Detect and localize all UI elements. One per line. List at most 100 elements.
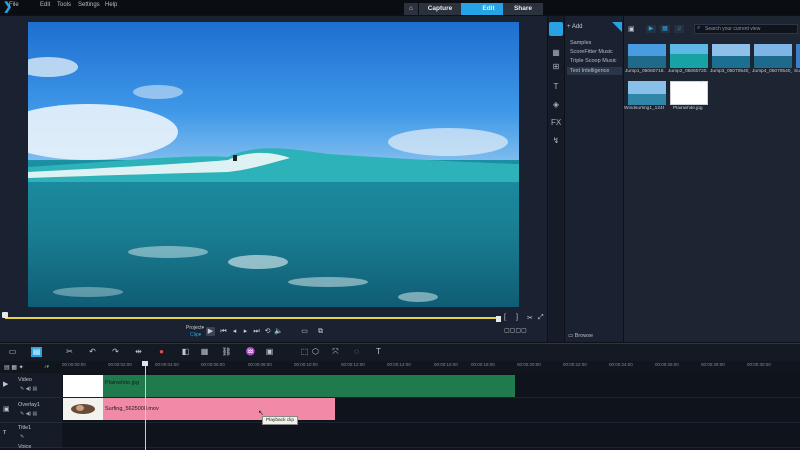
browse-button[interactable]: ▭ Browse: [568, 333, 593, 339]
track-controls-icon[interactable]: ✎ ◀) ▤: [20, 411, 37, 417]
show-photo-icon[interactable]: ▦: [660, 25, 670, 33]
category-samples[interactable]: Samples: [567, 39, 622, 47]
time-remap-icon[interactable]: ◌: [351, 347, 362, 357]
storyboard-view-icon[interactable]: ▭: [7, 347, 18, 357]
thumb-windsurfing[interactable]: [628, 81, 666, 105]
prev-frame-icon[interactable]: ◂: [230, 327, 239, 336]
mark-in-icon[interactable]: [: [504, 314, 506, 321]
thumb-caption: Jump3_05070540_V...: [710, 69, 750, 74]
trim-end-handle[interactable]: [496, 316, 501, 322]
volume-icon[interactable]: 🔈: [274, 327, 283, 336]
next-frame-icon[interactable]: ▸: [241, 327, 250, 336]
scrubber-bar[interactable]: [5, 317, 500, 319]
ruler-tick: 00:00:26:00: [655, 362, 679, 367]
transition-icon[interactable]: ⊞: [551, 62, 561, 72]
ruler-tick: 00:00:14:00: [387, 362, 411, 367]
motion-icon[interactable]: ⬚: [299, 347, 310, 357]
redo-icon[interactable]: ↷: [110, 347, 121, 357]
thumb-caption: Plainwhite.jpg: [673, 106, 703, 111]
ruler-tick: 00:00:08:00: [248, 362, 272, 367]
tab-capture[interactable]: Capture: [419, 3, 461, 15]
ruler-tick: 00:00:22:00: [563, 362, 587, 367]
thumb-jump1[interactable]: [628, 44, 666, 68]
pan-zoom-icon[interactable]: ⤧: [330, 347, 341, 357]
track-manager-icon[interactable]: ▤ ▦ ✦: [4, 364, 24, 371]
ruler-tick: 00:00:10:00: [294, 362, 318, 367]
add-button[interactable]: + Add: [567, 24, 583, 30]
tooltip: Playback clip: [262, 416, 298, 425]
thumb-jump4[interactable]: [754, 44, 792, 68]
trim-start-handle[interactable]: [2, 312, 8, 318]
end-icon[interactable]: ⏭: [252, 327, 261, 336]
category-scorefitter[interactable]: ScoreFitter Music: [567, 48, 622, 56]
ruler-tick: 00:00:28:00: [701, 362, 725, 367]
color-icon[interactable]: ◧: [180, 347, 191, 357]
thumb-jump3[interactable]: [712, 44, 750, 68]
home-button[interactable]: ⌂: [404, 3, 418, 15]
overlay-track-icon: ▣: [3, 406, 10, 413]
fullscreen-icon[interactable]: ⤢: [538, 314, 544, 322]
menu-edit[interactable]: Edit: [40, 2, 50, 8]
video-clip[interactable]: [63, 375, 515, 397]
ruler-tick: 00:00:24:00: [609, 362, 633, 367]
thumb-partial[interactable]: [796, 44, 800, 68]
media-library-icon[interactable]: [549, 22, 563, 36]
menu-tools[interactable]: Tools: [57, 2, 71, 8]
ruler-tick: 00:00:16:00: [434, 362, 458, 367]
chain-icon[interactable]: ⛓: [221, 347, 232, 357]
category-triple-scoop[interactable]: Triple Scoop Music: [567, 57, 622, 65]
tools-icon[interactable]: ✂: [64, 347, 75, 357]
instant-project-icon[interactable]: ▦: [551, 48, 561, 58]
ruler-tick: 00:00:20:00: [517, 362, 541, 367]
ruler-tick: 00:00:02:00: [108, 362, 132, 367]
title-icon[interactable]: T: [551, 82, 561, 92]
show-video-icon[interactable]: ▶: [646, 25, 656, 33]
timeline-view-icon[interactable]: ▤: [31, 347, 42, 357]
hd-preview-icon[interactable]: ▭: [300, 327, 309, 336]
mark-out-icon[interactable]: ]: [516, 314, 518, 321]
track-name-title: Title1: [18, 425, 32, 431]
record-icon[interactable]: ●: [156, 347, 167, 357]
repeat-icon[interactable]: ⟲: [263, 327, 272, 336]
tab-share[interactable]: Share: [503, 3, 543, 15]
ruler-tick: 00:00:18:00: [471, 362, 495, 367]
category-text-intelligence[interactable]: Text Intelligence: [567, 67, 622, 75]
audio-icon[interactable]: ♪▾: [44, 364, 49, 370]
path-icon[interactable]: ↯: [551, 136, 561, 146]
mask-icon[interactable]: ⬡: [310, 347, 321, 357]
playhead-handle[interactable]: [142, 361, 148, 366]
track-controls-icon[interactable]: ✎: [20, 434, 24, 440]
subtitle-icon[interactable]: ▣: [264, 347, 275, 357]
text-icon[interactable]: T: [373, 347, 384, 357]
play-icon[interactable]: ▶: [206, 327, 215, 336]
mixer-icon[interactable]: ♒: [245, 347, 256, 357]
clip-mode-label[interactable]: Clip▾: [190, 332, 201, 338]
menu-settings[interactable]: Settings: [78, 2, 100, 8]
undo-icon[interactable]: ↶: [87, 347, 98, 357]
title-lane[interactable]: [62, 423, 800, 448]
timecode-box[interactable]: ▢▢▢▢: [504, 327, 527, 334]
thumb-caption: Jump1_05060718.mov: [625, 69, 665, 74]
menu-file[interactable]: File: [9, 2, 19, 8]
enlarge-preview-icon[interactable]: ⧉: [316, 327, 325, 336]
split-icon[interactable]: ✂: [527, 314, 533, 322]
thumb-caption: Windsurfing1_12456...: [624, 106, 664, 111]
graphics-icon[interactable]: ◈: [551, 100, 561, 110]
search-input[interactable]: Search your current view: [694, 24, 798, 34]
home-start-icon[interactable]: ⏮: [219, 327, 228, 336]
thumb-jump2[interactable]: [670, 44, 708, 68]
folder-icon[interactable]: ▣: [628, 25, 635, 33]
fx-icon[interactable]: FX: [551, 118, 561, 128]
fit-icon[interactable]: ⇹: [133, 347, 144, 357]
thumb-caption: Jump4_05070540_V...: [752, 69, 792, 74]
multicam-icon[interactable]: ▦: [199, 347, 210, 357]
track-name-voice: Voice: [18, 444, 32, 450]
ruler-tick: 00:00:30:00: [747, 362, 771, 367]
video-track-icon: ▶: [3, 381, 9, 388]
menu-help[interactable]: Help: [105, 2, 117, 8]
show-audio-icon[interactable]: ♫: [674, 25, 684, 33]
playhead[interactable]: [145, 361, 146, 450]
track-controls-icon[interactable]: ✎ ◀) ▤: [20, 386, 37, 392]
video-clip-label: Plainwhite.jpg: [105, 380, 139, 386]
project-mode-label[interactable]: Project▾: [186, 325, 204, 331]
